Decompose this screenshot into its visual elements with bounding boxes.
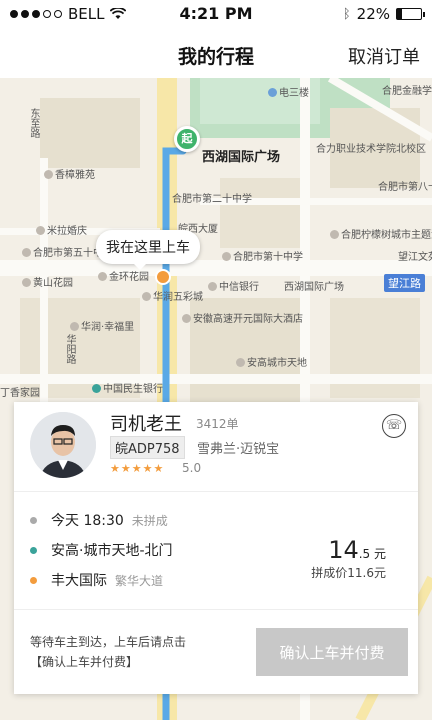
map-label: 合肥金融学 xyxy=(382,86,432,97)
map-label: 华阳路 xyxy=(64,334,75,364)
trip-time: 今天 18:30 xyxy=(51,513,124,529)
status-bar: BELL 4:21 PM ᛒ 22% xyxy=(0,0,432,28)
map-label: 华润·幸福里 xyxy=(70,318,134,333)
trip-time-row: 今天 18:30 未拼成 xyxy=(30,510,168,530)
map-label: 香樟雅苑 xyxy=(44,166,95,181)
cancel-order-button[interactable]: 取消订单 xyxy=(348,43,420,69)
phone-icon: ☏ xyxy=(385,418,403,433)
trip-card: 司机老王 3412单 皖ADP758 雪弗兰·迈锐宝 ★★★★★ 5.0 ☏ 今… xyxy=(14,402,418,694)
map-label: 安高城市天地 xyxy=(236,354,307,369)
price-block: 14.5 元 拼成价11.6元 xyxy=(311,536,386,581)
trip-from-row: 安高·城市天地-北门 xyxy=(30,540,173,560)
trip-details: 今天 18:30 未拼成 安高·城市天地-北门 丰大国际 繁华大道 14.5 元… xyxy=(14,492,418,610)
clock-icon xyxy=(30,516,37,524)
map-label: 中信银行 xyxy=(208,278,259,293)
battery-percent: 22% xyxy=(356,5,390,23)
map-label: 华润五彩城 xyxy=(142,288,203,303)
rating-value: 5.0 xyxy=(182,461,202,475)
map-label: 安徽高速开元国际大酒店 xyxy=(182,310,303,325)
map-label: 望江文苑 xyxy=(398,252,432,263)
phone-call-button[interactable]: ☏ xyxy=(382,414,406,438)
map-label: 电三楼 xyxy=(268,84,309,99)
carpool-status: 未拼成 xyxy=(131,513,168,528)
driver-avatar[interactable] xyxy=(30,412,96,478)
driver-info: 司机老王 3412单 皖ADP758 雪弗兰·迈锐宝 ★★★★★ 5.0 ☏ xyxy=(14,402,418,492)
confirm-boarding-button[interactable]: 确认上车并付费 xyxy=(256,628,408,676)
map-label: 西湖国际广场 xyxy=(202,150,281,165)
road-sign: 望江路 xyxy=(384,274,425,292)
trip-to-row: 丰大国际 繁华大道 xyxy=(30,570,163,590)
map-label: 米拉婚庆 xyxy=(36,222,87,237)
map-label: 东至路 xyxy=(28,108,39,138)
map-label: 丁香家园 xyxy=(0,388,40,399)
bluetooth-icon: ᛒ xyxy=(342,6,351,22)
footer-hint-action: 【确认上车并付费】 xyxy=(30,655,139,669)
map-label: 中国民生银行 xyxy=(92,380,163,395)
origin-dot-icon xyxy=(30,546,37,554)
map-label: 合肥市第二十中学 xyxy=(172,194,252,205)
card-footer: 等待车主到达，上车后请点击 【确认上车并付费】 确认上车并付费 xyxy=(14,610,418,694)
carpool-price: 拼成价11.6元 xyxy=(311,566,386,580)
map-label: 西湖国际广场 xyxy=(284,282,344,293)
map-label: 合力职业技术学院北校区 xyxy=(316,144,426,155)
car-model: 雪弗兰·迈锐宝 xyxy=(197,442,280,457)
map-label: 合肥市第十中学 xyxy=(222,248,303,263)
footer-hint: 等待车主到达，上车后请点击 xyxy=(30,635,187,649)
price-integer: 14 xyxy=(328,536,359,564)
map-label: 金环花园 xyxy=(98,268,149,283)
driver-name: 司机老王 xyxy=(110,414,182,435)
battery-icon xyxy=(396,8,425,20)
start-marker[interactable]: 起 xyxy=(174,126,200,152)
destination-dot-icon xyxy=(30,576,37,584)
map-label: 合肥柠檬树城市主题酒店 xyxy=(330,226,432,241)
destination-area: 繁华大道 xyxy=(115,573,164,588)
price-decimal: .5 元 xyxy=(358,547,386,561)
rating-stars: ★★★★★ xyxy=(110,462,165,475)
plate-number: 皖ADP758 xyxy=(110,436,185,459)
pickup-bubble: 我在这里上车 xyxy=(96,230,200,270)
order-count: 3412单 xyxy=(196,417,239,431)
trip-origin: 安高·城市天地-北门 xyxy=(51,543,173,559)
navigation-bar: 我的行程 取消订单 xyxy=(0,28,432,78)
trip-destination: 丰大国际 xyxy=(51,573,107,589)
map-label: 合肥市第八十中学 xyxy=(378,182,432,193)
map-label: 黄山花园 xyxy=(22,274,73,289)
current-location-marker xyxy=(155,269,171,285)
